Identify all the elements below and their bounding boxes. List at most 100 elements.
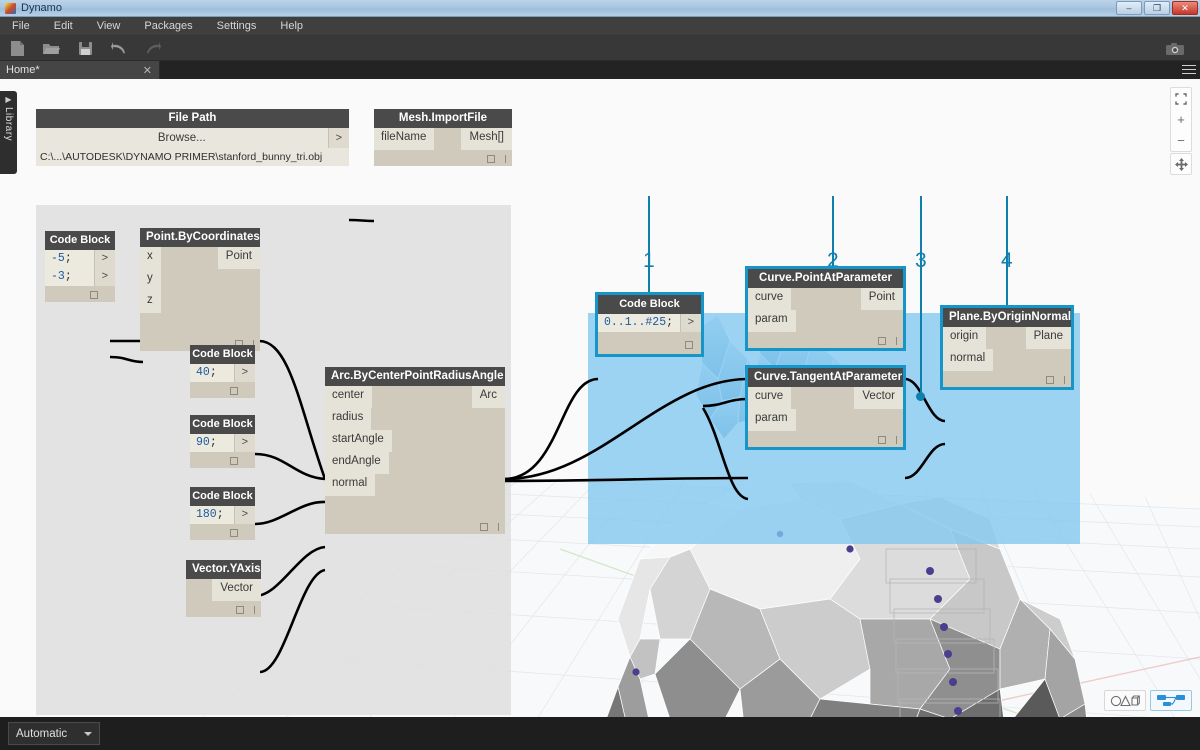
menu-view[interactable]: View [85,17,133,36]
port-vector-out[interactable]: Vector [854,387,903,409]
menu-packages[interactable]: Packages [132,17,204,36]
close-button[interactable]: ✕ [1172,1,1198,15]
preview-checkbox[interactable] [878,337,886,345]
geometry-view-icon [1110,694,1140,707]
zoom-in-button[interactable]: + [1170,109,1192,130]
annotation-line-1 [648,196,650,300]
codeblock-90-line[interactable]: 90; [190,434,234,452]
node-curve-pointatparameter[interactable]: Curve.PointAtParameter curve Point param [748,269,903,348]
port-normal[interactable]: normal [325,474,375,496]
port-curve[interactable]: curve [748,288,791,310]
preview-checkbox[interactable] [487,155,495,163]
redo-button[interactable] [136,36,170,61]
pin-icon[interactable] [896,436,897,444]
port-arc-out[interactable]: Arc [472,386,505,408]
preview-checkbox[interactable] [1046,376,1054,384]
save-button[interactable] [68,36,102,61]
preview-checkbox[interactable] [685,341,693,349]
codeblock-180-out[interactable]: > [234,506,255,524]
preview-checkbox[interactable] [230,387,238,395]
graph-view-button[interactable] [1150,690,1192,711]
codeblock-180-line[interactable]: 180; [190,506,234,524]
node-plane-byoriginnormal[interactable]: Plane.ByOriginNormal origin Plane normal [943,308,1071,387]
codeblock-40-line[interactable]: 40; [190,364,234,382]
new-button[interactable] [0,36,34,61]
port-param[interactable]: param [748,409,796,431]
codeblock-coords-out-2[interactable]: > [94,268,115,286]
pin-icon[interactable] [1064,376,1065,384]
node-codeblock-coords-title: Code Block [45,231,115,250]
port-origin[interactable]: origin [943,327,986,349]
port-endangle[interactable]: endAngle [325,452,389,474]
pan-button[interactable] [1170,153,1192,175]
port-vector-out[interactable]: Vector [212,579,261,601]
port-plane-out[interactable]: Plane [1026,327,1071,349]
codeblock-90-out[interactable]: > [234,434,255,452]
port-curve[interactable]: curve [748,387,791,409]
run-mode-dropdown[interactable]: Automatic [8,722,100,745]
open-button[interactable] [34,36,68,61]
undo-button[interactable] [102,36,136,61]
preview-checkbox[interactable] [90,291,98,299]
tab-close-icon[interactable]: ✕ [143,64,152,77]
node-codeblock-180-title: Code Block [190,487,255,506]
workspace-menu-icon[interactable] [1182,65,1196,75]
codeblock-range-line[interactable]: 0..1..#25; [598,314,680,332]
maximize-button[interactable]: ❐ [1144,1,1170,15]
codeblock-coords-line-1[interactable]: -5; [45,250,94,268]
screenshot-button[interactable] [1158,36,1192,61]
port-param[interactable]: param [748,310,796,332]
node-point-bycoordinates[interactable]: Point.ByCoordinates x Point y z [140,228,260,351]
node-codeblock-90[interactable]: Code Block 90; > [190,415,255,468]
menu-settings[interactable]: Settings [205,17,269,36]
preview-checkbox[interactable] [480,523,488,531]
file-path-output-port[interactable]: > [328,128,349,148]
browse-button[interactable]: Browse... [36,128,328,148]
port-point-out[interactable]: Point [218,247,260,269]
port-normal[interactable]: normal [943,349,993,371]
graph-canvas[interactable]: 1 2 3 4 File Path Browse... > C:\...\AUT… [0,79,1200,717]
port-mesh-out[interactable]: Mesh[] [461,128,512,150]
codeblock-range-out[interactable]: > [680,314,701,332]
pin-icon[interactable] [896,337,897,345]
node-vector-yaxis[interactable]: Vector.YAxis Vector [186,560,261,617]
zoom-fit-button[interactable] [1170,88,1192,109]
port-point-out[interactable]: Point [861,288,903,310]
node-curve-tangentatparameter[interactable]: Curve.TangentAtParameter curve Vector pa… [748,368,903,447]
codeblock-40-out[interactable]: > [234,364,255,382]
pin-icon[interactable] [505,155,506,163]
node-codeblock-coords[interactable]: Code Block -5; > -3; > [45,231,115,302]
node-codeblock-180[interactable]: Code Block 180; > [190,487,255,540]
library-expand-icon[interactable]: ▶ [5,95,11,104]
menu-bar: File Edit View Packages Settings Help [0,17,1200,36]
port-radius[interactable]: radius [325,408,371,430]
node-codeblock-range[interactable]: Code Block 0..1..#25; > [598,295,701,354]
library-panel-tab[interactable]: ▶ Library [0,91,17,174]
node-mesh-importfile[interactable]: Mesh.ImportFile fileName Mesh[] [374,109,512,166]
menu-edit[interactable]: Edit [42,17,85,36]
chevron-down-icon[interactable] [84,732,92,736]
port-startangle[interactable]: startAngle [325,430,392,452]
zoom-out-button[interactable]: − [1170,130,1192,151]
port-y[interactable]: y [140,269,161,291]
preview-checkbox[interactable] [230,457,238,465]
port-x[interactable]: x [140,247,161,269]
preview-checkbox[interactable] [236,606,244,614]
port-z[interactable]: z [140,291,161,313]
node-arc-bycenterpointradiusangle[interactable]: Arc.ByCenterPointRadiusAngle center Arc … [325,367,505,534]
port-filename[interactable]: fileName [374,128,434,150]
codeblock-coords-out-1[interactable]: > [94,250,115,268]
menu-file[interactable]: File [0,17,42,36]
pin-icon[interactable] [254,606,255,614]
codeblock-coords-line-2[interactable]: -3; [45,268,94,286]
node-codeblock-40[interactable]: Code Block 40; > [190,345,255,398]
preview-checkbox[interactable] [878,436,886,444]
menu-help[interactable]: Help [268,17,315,36]
pin-icon[interactable] [498,523,499,531]
tab-home[interactable]: Home* ✕ [0,61,160,79]
port-center[interactable]: center [325,386,372,408]
node-file-path[interactable]: File Path Browse... > C:\...\AUTODESK\DY… [36,109,349,166]
geometry-view-button[interactable] [1104,690,1146,711]
preview-checkbox[interactable] [230,529,238,537]
minimize-button[interactable]: – [1116,1,1142,15]
